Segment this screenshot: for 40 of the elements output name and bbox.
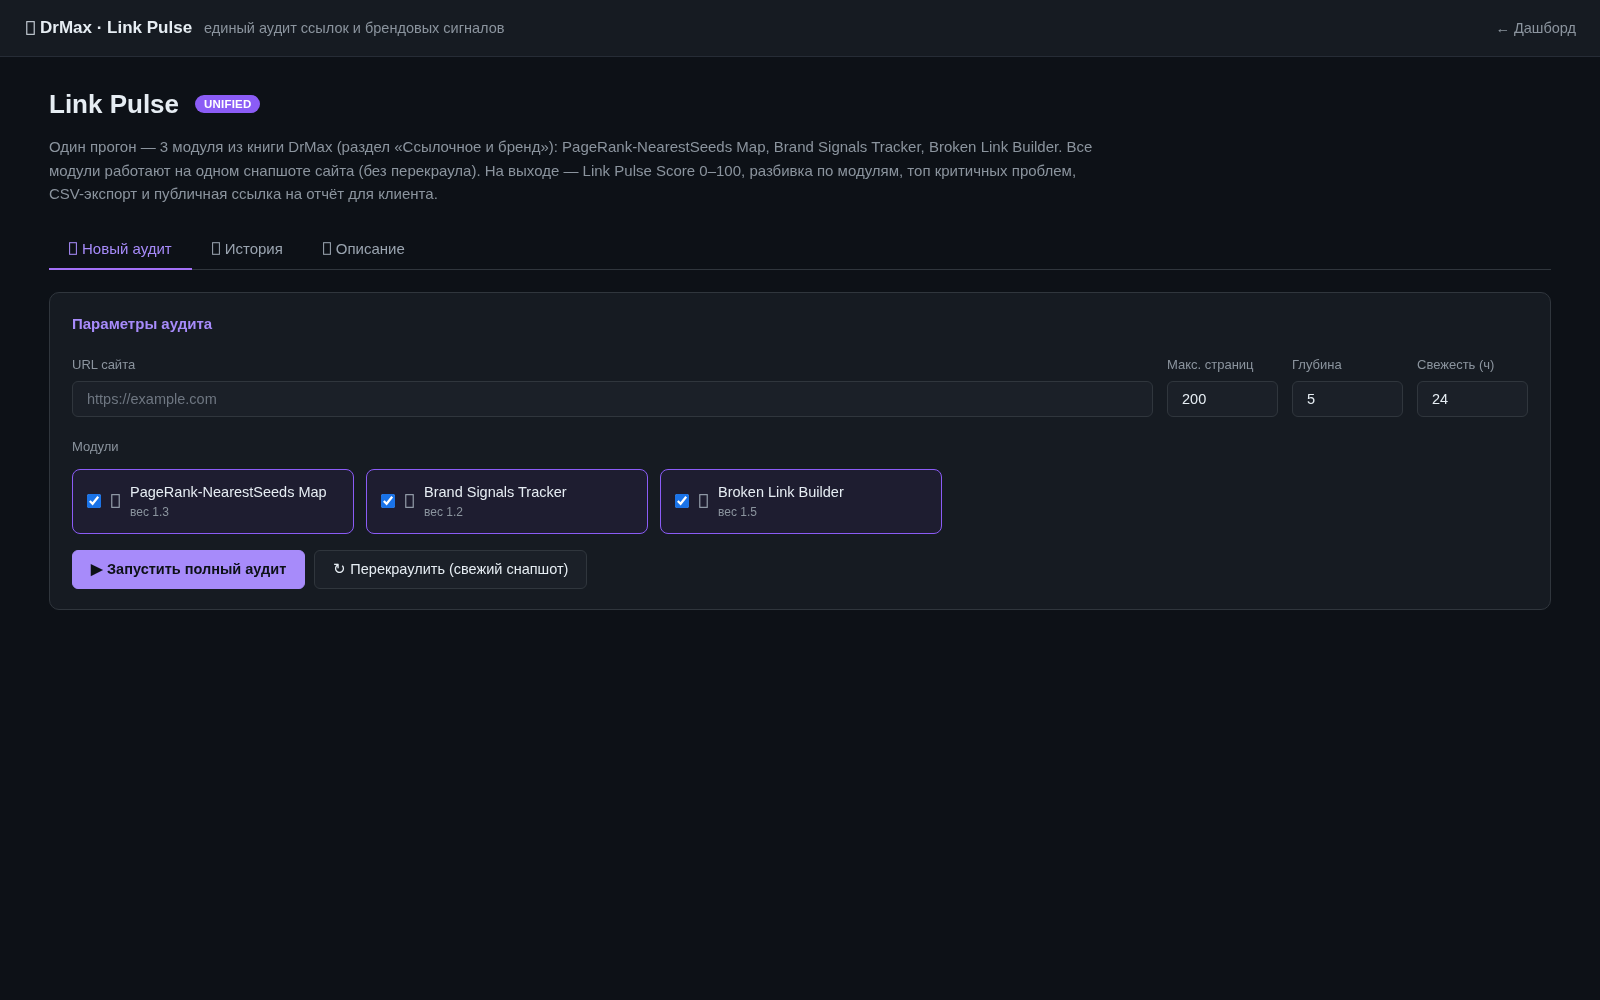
module-checkbox[interactable] bbox=[87, 494, 101, 508]
rectangle-icon bbox=[405, 494, 414, 508]
brand-subtitle: единый аудит ссылок и брендовых сигналов bbox=[204, 20, 505, 36]
brand-title: DrMax · Link Pulse bbox=[40, 18, 193, 38]
module-option[interactable]: Broken Link Builder вес 1.5 bbox=[660, 468, 942, 534]
field-label: Модули bbox=[72, 438, 120, 454]
tab[interactable]: Описание bbox=[302, 229, 425, 270]
number-input[interactable]: 5 bbox=[1292, 380, 1403, 417]
field-label: Макс. страниц bbox=[1167, 356, 1255, 372]
page-description: Один прогон — 3 модуля из книги DrMax (раздел «Ссылочное и бренд»): PageRank-NearestSeeds Map, Brand Signals Tracker, Broken Link Builder. Все модули работают на одном снапшоте сайта (без перекраула). На выходе — Link Pulse Score 0–100, разбивка по модулям, топ критичных проблем, CSV-экспорт и публичная ссылка на отчёт для клиента. bbox=[49, 137, 1094, 204]
module-option[interactable]: Brand Signals Tracker вес 1.2 bbox=[366, 468, 648, 534]
module-weight: вес 1.5 bbox=[718, 504, 758, 519]
field-label: Свежесть (ч) bbox=[1417, 356, 1496, 372]
module-name: Broken Link Builder bbox=[718, 483, 844, 500]
module-name: PageRank-NearestSeeds Map bbox=[130, 483, 327, 500]
rectangle-icon bbox=[322, 241, 331, 255]
back-link[interactable]: ← Дашборд bbox=[1495, 20, 1576, 36]
module-checkbox[interactable] bbox=[675, 494, 689, 508]
tab[interactable]: История bbox=[191, 229, 303, 270]
field-label: URL сайта bbox=[72, 356, 137, 372]
tab[interactable]: Новый аудит bbox=[49, 229, 192, 270]
module-name: Brand Signals Tracker bbox=[424, 483, 567, 500]
page-title: Link Pulse bbox=[49, 88, 180, 120]
number-input[interactable]: 24 bbox=[1417, 380, 1528, 417]
module-weight: вес 1.3 bbox=[130, 504, 170, 519]
recrawl-button[interactable]: ↻ Перекраулить (свежий снапшот) bbox=[314, 549, 588, 589]
module-weight: вес 1.2 bbox=[424, 504, 464, 519]
url-input[interactable]: https://example.com bbox=[72, 380, 1153, 417]
module-checkbox[interactable] bbox=[381, 494, 395, 508]
rectangle-icon bbox=[69, 241, 77, 255]
module-option[interactable]: PageRank-NearestSeeds Map вес 1.3 bbox=[72, 468, 354, 534]
unified-badge: UNIFIED bbox=[195, 95, 261, 113]
field-label: Глубина bbox=[1292, 356, 1343, 372]
rectangle-icon bbox=[111, 494, 120, 508]
number-input[interactable]: 200 bbox=[1167, 380, 1278, 417]
rectangle-icon bbox=[211, 241, 220, 255]
rectangle-icon bbox=[699, 494, 708, 508]
run-audit-button[interactable]: ▶ Запустить полный аудит bbox=[72, 549, 306, 589]
panel-title: Параметры аудита bbox=[72, 314, 214, 332]
rectangle-icon bbox=[26, 21, 35, 35]
